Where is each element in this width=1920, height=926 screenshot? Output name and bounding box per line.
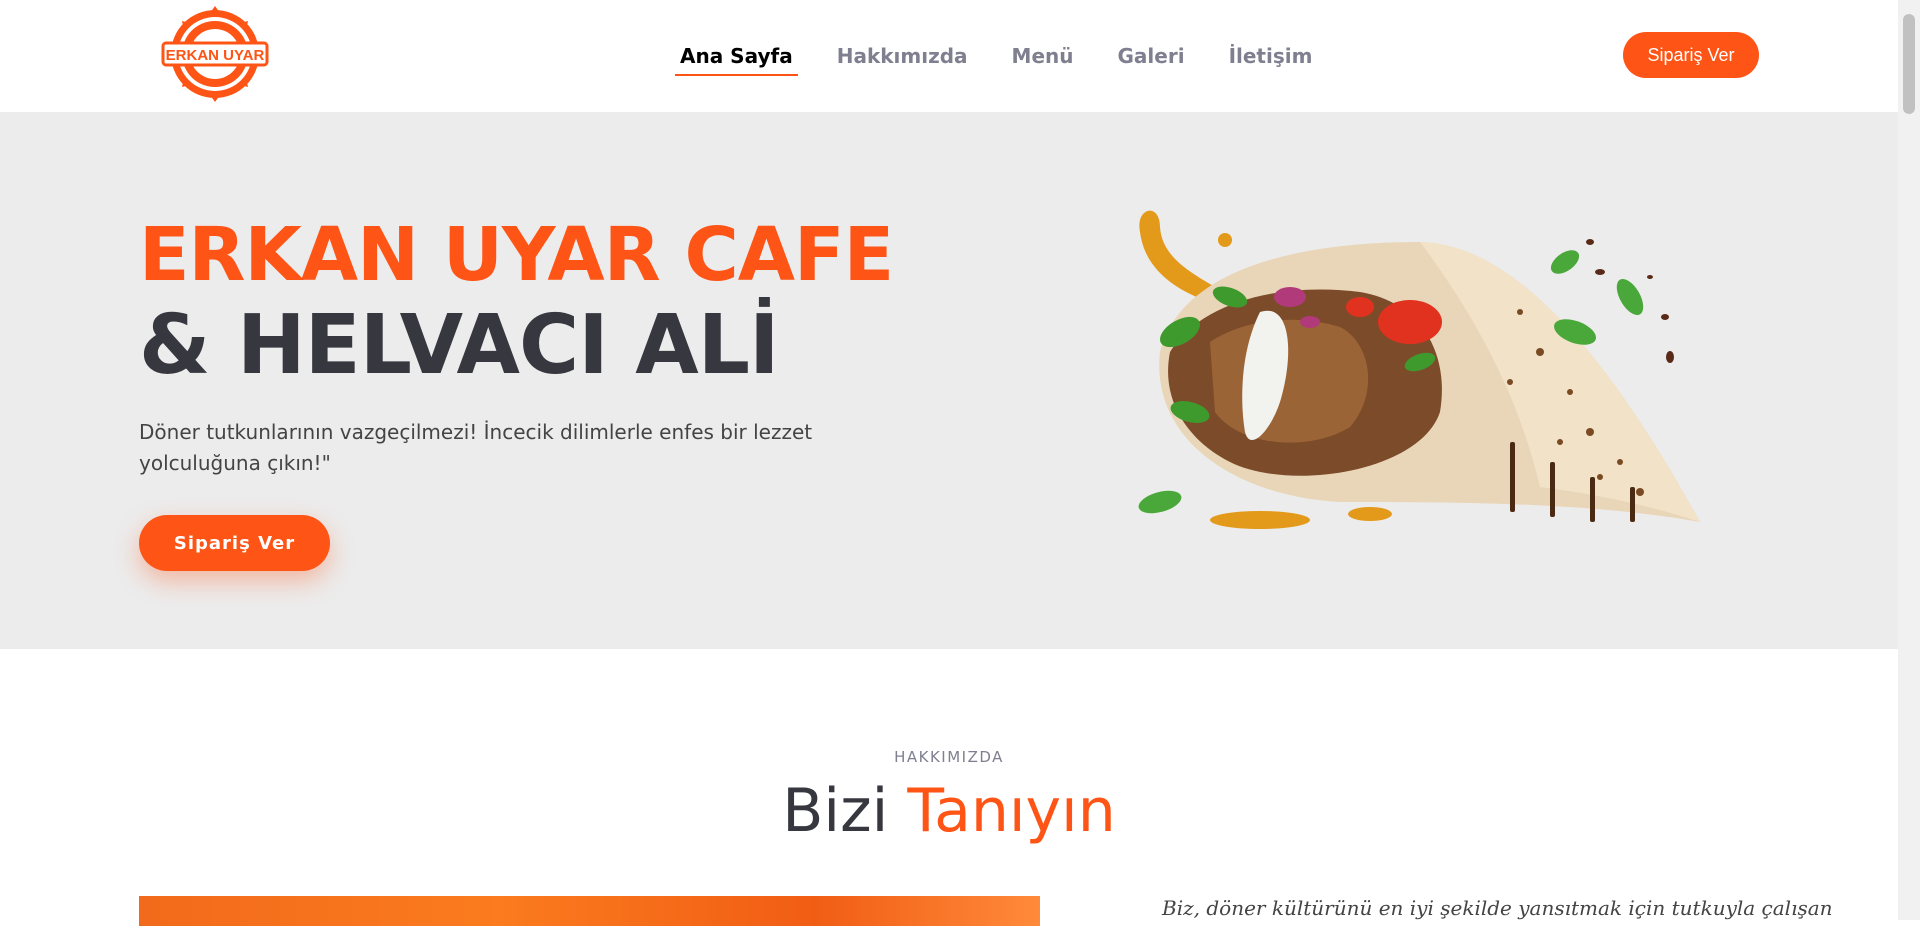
about-title: Bizi Tanıyın bbox=[0, 776, 1898, 846]
hero-title-line1: ERKAN UYAR CAFE bbox=[139, 212, 894, 298]
doner-illustration bbox=[1138, 210, 1700, 529]
nav-item-ana-sayfa[interactable]: Ana Sayfa bbox=[658, 0, 815, 112]
hero-description: Döner tutkunlarının vazgeçilmezi! İnceci… bbox=[139, 420, 813, 475]
site-header: ERKAN UYAR Ana Sayfa Hakkımızda Menü Gal… bbox=[0, 0, 1898, 112]
scrollbar-thumb[interactable] bbox=[1903, 14, 1915, 114]
nav-item-menu[interactable]: Menü bbox=[990, 0, 1096, 112]
about-image bbox=[139, 896, 1040, 926]
hero-section: ERKAN UYAR CAFE & HELVACI ALİ Döner tutk… bbox=[0, 112, 1898, 649]
about-kicker: HAKKIMIZDA bbox=[894, 748, 1004, 766]
main-nav: Ana Sayfa Hakkımızda Menü Galeri İletişi… bbox=[658, 0, 1334, 112]
about-text: Biz, döner kültürünü en iyi şekilde yans… bbox=[1162, 896, 1833, 920]
hero-title-line2: & HELVACI ALİ bbox=[139, 298, 779, 393]
nav-item-galeri[interactable]: Galeri bbox=[1096, 0, 1207, 112]
brand-logo[interactable]: ERKAN UYAR bbox=[157, 4, 273, 104]
about-title-part1: Bizi bbox=[782, 776, 889, 846]
logo-text: ERKAN UYAR bbox=[166, 47, 265, 64]
nav-item-hakkimizda[interactable]: Hakkımızda bbox=[815, 0, 990, 112]
page-scrollbar[interactable] bbox=[1898, 0, 1920, 920]
about-title-part2: Tanıyın bbox=[907, 776, 1116, 846]
hero-order-button[interactable]: Sipariş Ver bbox=[139, 515, 330, 571]
doner-wrap-image bbox=[1120, 202, 1740, 572]
bottle-cap-icon: ERKAN UYAR bbox=[161, 6, 269, 102]
header-order-button[interactable]: Sipariş Ver bbox=[1623, 32, 1759, 78]
nav-item-iletisim[interactable]: İletişim bbox=[1207, 0, 1335, 112]
